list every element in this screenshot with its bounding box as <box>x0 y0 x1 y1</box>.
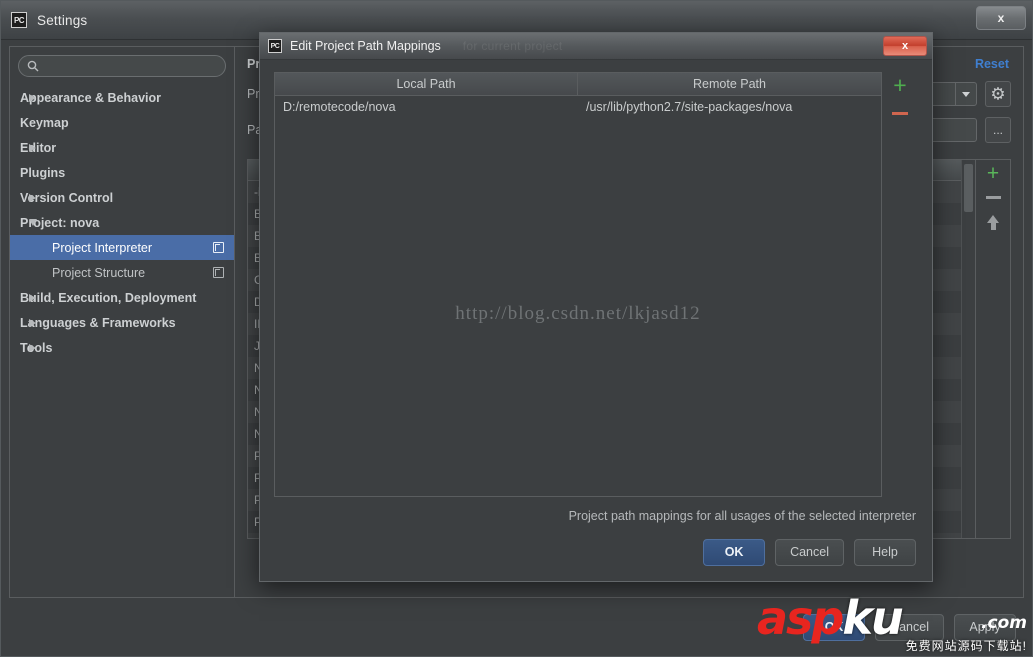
dialog-main: Local Path Remote Path D:/remotecode/nov… <box>260 60 932 523</box>
cancel-button[interactable]: Cancel <box>775 539 844 566</box>
copy-icon[interactable] <box>213 267 224 278</box>
ok-button[interactable]: OK <box>803 614 865 641</box>
sidebar-item-label: Languages & Frameworks <box>20 316 176 330</box>
sidebar-item-label: Build, Execution, Deployment <box>20 291 196 305</box>
sidebar-item-project-nova[interactable]: Project: nova <box>10 210 234 235</box>
sidebar-item-label: Project Interpreter <box>52 241 152 255</box>
chevron-right-icon[interactable] <box>29 319 36 327</box>
path-mappings-table: Local Path Remote Path D:/remotecode/nov… <box>274 72 882 497</box>
sidebar-item-label: Project Structure <box>52 266 145 280</box>
sidebar-item-label: Tools <box>20 341 52 355</box>
mapping-tools: + <box>882 72 918 497</box>
search-wrap <box>10 47 234 83</box>
dialog-title: Edit Project Path Mappings <box>290 39 441 53</box>
chevron-right-icon[interactable] <box>29 144 36 152</box>
sidebar-item-project-interpreter[interactable]: Project Interpreter <box>10 235 234 260</box>
interpreter-label: Pr <box>247 87 260 101</box>
settings-sidebar: Appearance & Behavior Keymap Editor Plugins… <box>9 46 235 598</box>
add-mapping-icon[interactable]: + <box>893 76 906 94</box>
remove-package-icon[interactable] <box>986 196 1001 199</box>
package-scrollbar-thumb[interactable] <box>964 164 973 212</box>
gear-icon <box>991 87 1005 101</box>
pycharm-logo-icon: PC <box>11 12 27 28</box>
cell-local-path[interactable]: D:/remotecode/nova <box>275 100 578 114</box>
table-row[interactable]: D:/remotecode/nova/usr/lib/python2.7/sit… <box>275 96 881 118</box>
edit-path-mappings-dialog: PC Edit Project Path Mappings for curren… <box>259 32 933 582</box>
sidebar-item-label: Plugins <box>20 166 65 180</box>
sidebar-item-project-structure[interactable]: Project Structure <box>10 260 234 285</box>
browse-button[interactable]: ... <box>985 117 1011 143</box>
sidebar-item-editor[interactable]: Editor <box>10 135 234 160</box>
apply-button[interactable]: Apply <box>954 614 1016 641</box>
sidebar-item-tools[interactable]: Tools <box>10 335 234 360</box>
chevron-right-icon[interactable] <box>29 294 36 302</box>
search-input[interactable] <box>39 59 217 73</box>
chevron-down-icon[interactable] <box>29 219 37 226</box>
reset-link[interactable]: Reset <box>975 57 1009 71</box>
sidebar-item-keymap[interactable]: Keymap <box>10 110 234 135</box>
add-package-icon[interactable]: + <box>987 166 999 182</box>
package-scrollbar[interactable] <box>961 160 975 538</box>
upgrade-package-icon[interactable] <box>987 215 999 223</box>
sidebar-item-label: Editor <box>20 141 56 155</box>
search-icon <box>27 60 39 72</box>
chevron-right-icon[interactable] <box>29 344 36 352</box>
sidebar-item-version-control[interactable]: Version Control <box>10 185 234 210</box>
dialog-ghost-title: for current project <box>463 39 563 53</box>
column-header-local-path[interactable]: Local Path <box>275 73 578 95</box>
sidebar-item-build-execution-deployment[interactable]: Build, Execution, Deployment <box>10 285 234 310</box>
dialog-footer: OK Cancel Help <box>260 523 932 581</box>
package-tools: + <box>975 160 1010 538</box>
dialog-close-button[interactable]: x <box>883 36 927 56</box>
sidebar-item-label: Keymap <box>20 116 69 130</box>
sidebar-item-appearance-behavior[interactable]: Appearance & Behavior <box>10 85 234 110</box>
column-header-remote-path[interactable]: Remote Path <box>578 73 881 95</box>
settings-window-controls: x <box>976 6 1026 30</box>
copy-icon[interactable] <box>213 242 224 253</box>
dialog-hint-text: Project path mappings for all usages of … <box>274 497 918 523</box>
settings-category-tree: Appearance & Behavior Keymap Editor Plugins… <box>10 83 234 597</box>
path-mappings-header: Local Path Remote Path <box>275 73 881 96</box>
interpreter-settings-button[interactable] <box>985 81 1011 107</box>
help-button[interactable]: Help <box>854 539 916 566</box>
sidebar-item-plugins[interactable]: Plugins <box>10 160 234 185</box>
settings-window-title: Settings <box>37 13 87 28</box>
sidebar-item-languages-frameworks[interactable]: Languages & Frameworks <box>10 310 234 335</box>
settings-close-button[interactable]: x <box>976 6 1026 30</box>
mapping-area: Local Path Remote Path D:/remotecode/nov… <box>274 72 918 497</box>
path-mappings-rows: D:/remotecode/nova/usr/lib/python2.7/sit… <box>275 96 881 118</box>
settings-footer: OK Cancel Apply <box>1 598 1032 656</box>
chevron-down-icon[interactable] <box>955 83 976 105</box>
ok-button[interactable]: OK <box>703 539 765 566</box>
dialog-pycharm-logo-icon: PC <box>268 39 282 53</box>
search-box[interactable] <box>18 55 226 77</box>
csdn-watermark: http://blog.csdn.net/lkjasd12 <box>275 303 881 325</box>
cell-remote-path[interactable]: /usr/lib/python2.7/site-packages/nova <box>578 100 881 114</box>
chevron-right-icon[interactable] <box>29 94 36 102</box>
cancel-button[interactable]: Cancel <box>875 614 944 641</box>
remove-mapping-icon[interactable] <box>892 112 908 115</box>
dialog-titlebar: PC Edit Project Path Mappings for curren… <box>260 33 932 60</box>
chevron-right-icon[interactable] <box>29 194 36 202</box>
sidebar-item-label: Appearance & Behavior <box>20 91 161 105</box>
